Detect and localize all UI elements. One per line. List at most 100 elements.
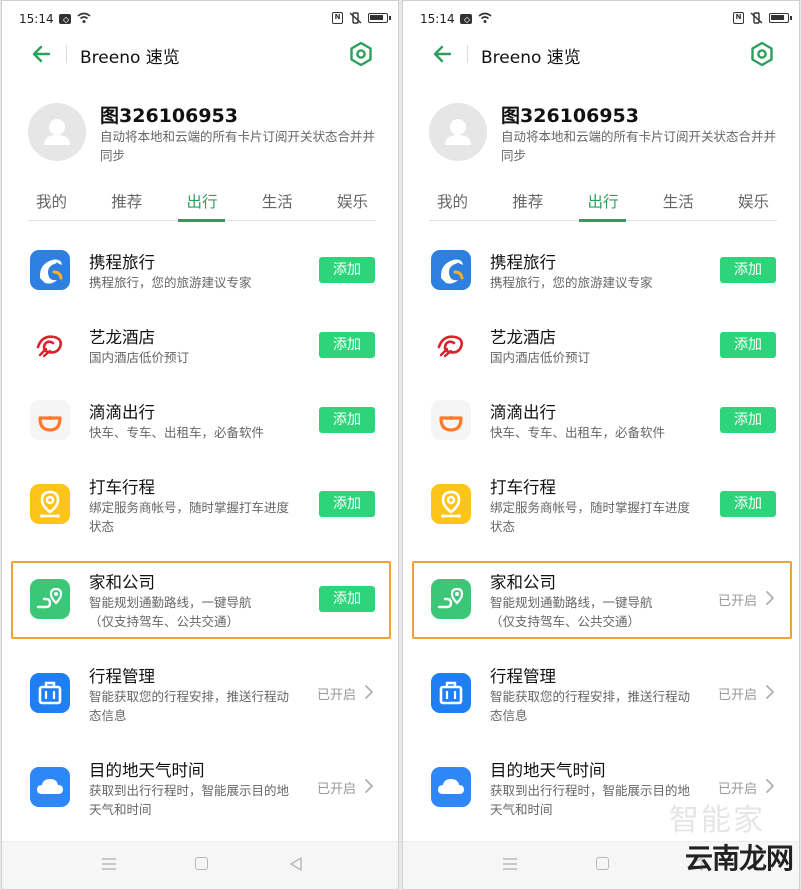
card-title: 艺龙酒店	[490, 328, 556, 347]
enabled-status[interactable]: 已开启	[317, 778, 356, 797]
card-description: 快车、专车、出租车，必备软件	[89, 425, 265, 440]
wifi-icon	[478, 12, 492, 23]
card-description: 国内酒店低价预订	[490, 350, 591, 365]
status-time: 15:14	[19, 12, 54, 26]
taxi-location-icon	[431, 484, 471, 524]
category-tabs: 我的 推荐 出行 生活 娱乐	[429, 186, 777, 222]
tab-travel[interactable]: 出行	[178, 186, 226, 222]
card-title: 携程旅行	[89, 253, 155, 272]
card-description: 获取到出行行程时，智能展示目的地天气和时间	[89, 783, 290, 817]
elong-logo-icon	[431, 325, 471, 365]
tab-recommended[interactable]: 推荐	[103, 186, 150, 221]
add-button[interactable]: 添加	[720, 407, 776, 433]
vibrate-mute-icon	[750, 12, 763, 24]
chevron-right-icon[interactable]	[364, 779, 374, 793]
profile-name: 图326106953	[100, 105, 238, 127]
battery-icon	[769, 13, 792, 23]
card-title: 携程旅行	[490, 253, 556, 272]
luggage-icon	[431, 673, 471, 713]
chevron-right-icon[interactable]	[765, 591, 775, 605]
page-title: Breeno 速览	[481, 48, 581, 68]
app-header: Breeno 速览	[2, 39, 398, 69]
back-triangle-icon[interactable]	[288, 856, 304, 872]
enabled-status[interactable]: 已开启	[718, 684, 757, 703]
tab-life[interactable]: 生活	[254, 186, 301, 221]
phone-screen-left: 15:14 N Breeno 速览 图326106953 自动将本地和云端的所有…	[1, 0, 399, 890]
header-divider	[66, 45, 67, 63]
profile-description: 自动将本地和云端的所有卡片订阅开关状态合并并同步	[501, 129, 777, 163]
avatar[interactable]	[429, 103, 487, 161]
add-button[interactable]: 添加	[720, 257, 776, 283]
cloud-icon	[30, 767, 70, 807]
chevron-right-icon[interactable]	[765, 685, 775, 699]
card-description: 绑定服务商帐号，随时掌握打车进度状态	[490, 500, 691, 534]
taxi-location-icon	[30, 484, 70, 524]
battery-icon	[368, 13, 391, 23]
card-description: 携程旅行，您的旅游建议专家	[490, 275, 653, 290]
menu-icon[interactable]	[102, 858, 116, 870]
card-title: 行程管理	[89, 667, 155, 686]
didi-logo-icon	[431, 400, 471, 440]
chevron-right-icon[interactable]	[765, 779, 775, 793]
system-nav-bar	[2, 841, 398, 889]
add-button[interactable]: 添加	[319, 586, 375, 612]
card-title: 滴滴出行	[89, 403, 155, 422]
card-title: 打车行程	[89, 478, 155, 497]
elong-logo-icon	[30, 325, 70, 365]
card-title: 目的地天气时间	[490, 761, 606, 780]
card-description: 国内酒店低价预订	[89, 350, 190, 365]
add-button[interactable]: 添加	[319, 407, 375, 433]
card-title: 家和公司	[490, 573, 556, 592]
nfc-icon: N	[733, 12, 744, 24]
tab-mine[interactable]: 我的	[429, 186, 476, 221]
card-description: 智能获取您的行程安排，推送行程动态信息	[89, 689, 290, 723]
enabled-status[interactable]: 已开启	[718, 590, 757, 609]
card-title: 目的地天气时间	[89, 761, 205, 780]
tab-entertainment[interactable]: 娱乐	[730, 186, 777, 221]
tab-mine[interactable]: 我的	[28, 186, 75, 221]
tab-travel[interactable]: 出行	[579, 186, 627, 222]
didi-logo-icon	[30, 400, 70, 440]
tab-life[interactable]: 生活	[655, 186, 702, 221]
default-user-icon	[445, 119, 471, 145]
status-time: 15:14	[420, 12, 455, 26]
settings-hexagon-icon[interactable]	[749, 41, 775, 67]
card-title: 滴滴出行	[490, 403, 556, 422]
enabled-status[interactable]: 已开启	[317, 684, 356, 703]
status-bar: 15:14 N	[403, 7, 799, 29]
ctrip-dolphin-icon	[30, 250, 70, 290]
add-button[interactable]: 添加	[720, 491, 776, 517]
menu-icon[interactable]	[503, 858, 517, 870]
back-arrow-icon[interactable]	[432, 43, 454, 65]
profile-description: 自动将本地和云端的所有卡片订阅开关状态合并并同步	[100, 129, 376, 163]
card-description: 智能获取您的行程安排，推送行程动态信息	[490, 689, 691, 723]
card-description: 智能规划通勤路线，一键导航 （仅支持驾车、公共交通）	[490, 595, 653, 629]
tab-entertainment[interactable]: 娱乐	[329, 186, 376, 221]
home-icon[interactable]	[596, 857, 609, 870]
card-description: 绑定服务商帐号，随时掌握打车进度状态	[89, 500, 290, 534]
add-button[interactable]: 添加	[720, 332, 776, 358]
settings-hexagon-icon[interactable]	[348, 41, 374, 67]
tab-recommended[interactable]: 推荐	[504, 186, 551, 221]
ctrip-dolphin-icon	[431, 250, 471, 290]
comparison-screens: 15:14 N Breeno 速览 图326106953 自动将本地和云端的所有…	[0, 0, 801, 890]
back-arrow-icon[interactable]	[31, 43, 53, 65]
avatar[interactable]	[28, 103, 86, 161]
commute-route-icon	[30, 579, 70, 619]
home-icon[interactable]	[195, 857, 208, 870]
page-title: Breeno 速览	[80, 48, 180, 68]
header-divider	[467, 45, 468, 63]
vibrate-mute-icon	[349, 12, 362, 24]
wifi-icon	[77, 12, 91, 23]
profile-section: 图326106953 自动将本地和云端的所有卡片订阅开关状态合并并同步	[2, 99, 398, 169]
watermark-faint: 智能家	[669, 803, 765, 838]
add-button[interactable]: 添加	[319, 332, 375, 358]
chevron-right-icon[interactable]	[364, 685, 374, 699]
add-button[interactable]: 添加	[319, 491, 375, 517]
commute-route-icon	[431, 579, 471, 619]
watermark: 云南龙网	[684, 842, 794, 875]
card-title: 行程管理	[490, 667, 556, 686]
add-button[interactable]: 添加	[319, 257, 375, 283]
card-title: 家和公司	[89, 573, 155, 592]
phone-screen-right: 15:14 N Breeno 速览 图326106953 自动将本地和云端的所有…	[402, 0, 800, 890]
